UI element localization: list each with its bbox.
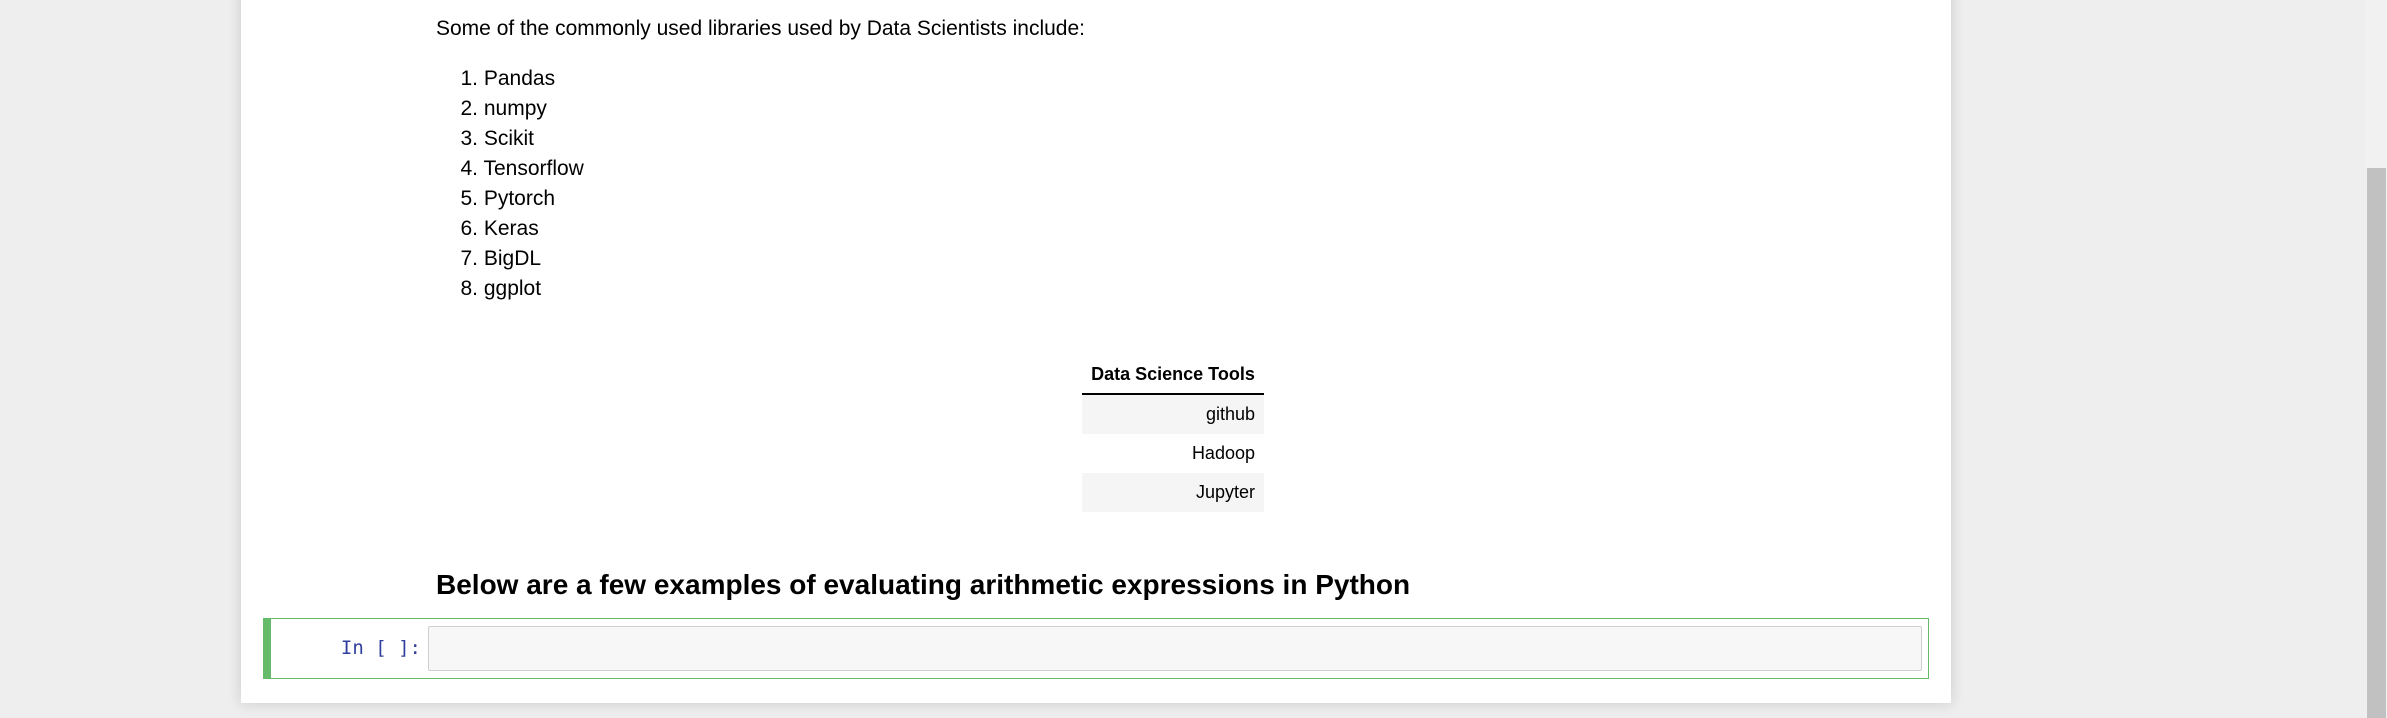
list-number: 4. [460, 157, 478, 180]
list-item: 5. Pytorch [436, 184, 584, 214]
list-item-label: Scikit [483, 127, 535, 150]
list-item: 3. Scikit [436, 124, 584, 154]
list-number: 8. [460, 277, 478, 300]
list-item: 2. numpy [436, 94, 584, 124]
list-number: 1. [460, 67, 478, 90]
list-item-label: Pandas [483, 67, 556, 90]
table-cell: github [1082, 394, 1264, 434]
table-row: Hadoop [1082, 434, 1264, 473]
list-number: 3. [460, 127, 478, 150]
code-input-editor[interactable] [428, 626, 1922, 671]
list-item: 8. ggplot [436, 274, 584, 304]
list-item-label: numpy [483, 97, 547, 120]
section-heading: Below are a few examples of evaluating a… [436, 569, 1411, 600]
input-prompt: In [ ]: [340, 637, 421, 659]
table-cell: Jupyter [1082, 473, 1264, 512]
code-cell[interactable]: In [ ]: [263, 618, 1929, 679]
markdown-intro-text: Some of the commonly used libraries used… [436, 17, 1085, 40]
list-number: 5. [460, 187, 478, 210]
table-row: Jupyter [1082, 473, 1264, 512]
library-list: 1. Pandas 2. numpy 3. Scikit 4. Tensorfl… [436, 64, 584, 304]
scrollbar-thumb[interactable] [2367, 168, 2386, 718]
list-number: 6. [460, 217, 478, 240]
list-item: 1. Pandas [436, 64, 584, 94]
list-item-label: BigDL [483, 247, 542, 270]
table-row: github [1082, 394, 1264, 434]
list-item-label: Tensorflow [483, 157, 584, 180]
list-item: 4. Tensorflow [436, 154, 584, 184]
list-item: 7. BigDL [436, 244, 584, 274]
data-science-tools-table: Data Science Tools github Hadoop Jupyter [1082, 355, 1264, 512]
list-number: 2. [460, 97, 478, 120]
table-cell: Hadoop [1191, 443, 1255, 463]
table-header-row: Data Science Tools [1082, 355, 1264, 395]
table-header-cell: Data Science Tools [1082, 355, 1264, 395]
list-item-label: ggplot [483, 277, 542, 300]
list-item: 6. Keras [436, 214, 584, 244]
list-item-label: Keras [483, 217, 539, 240]
list-number: 7. [460, 247, 478, 270]
list-item-label: Pytorch [483, 187, 556, 210]
